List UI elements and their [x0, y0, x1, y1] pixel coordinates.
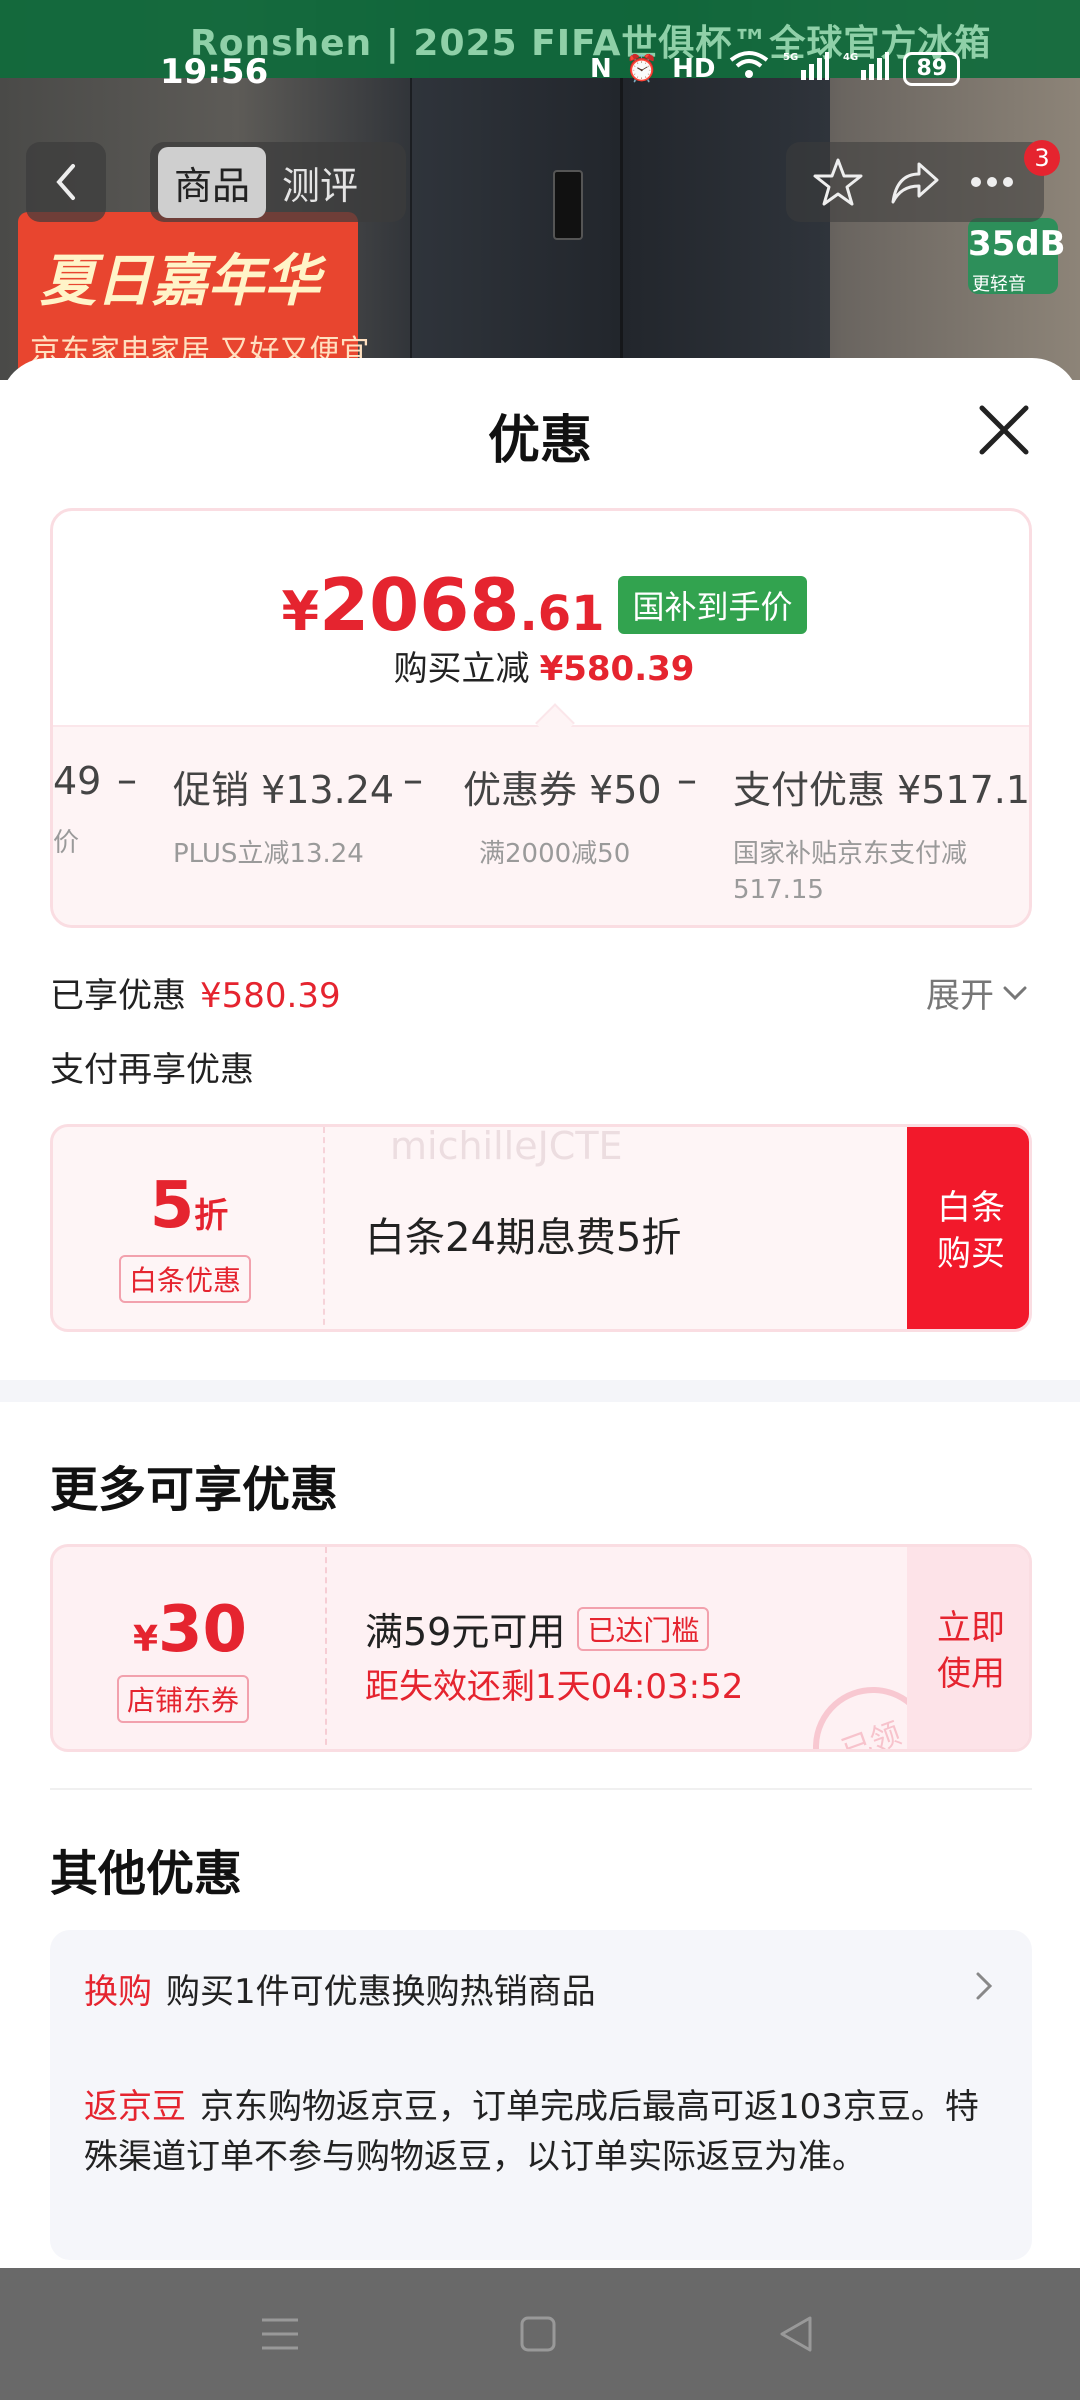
breakdown-sub: PLUS立减13.24 — [173, 839, 364, 869]
back-icon[interactable] — [774, 2312, 818, 2356]
final-price-row: ¥ 2068 .61 国补到手价 — [53, 563, 1029, 647]
baitiao-discount-area: 5折 白条优惠 — [53, 1127, 325, 1329]
alarm-icon: ⏰ — [625, 53, 659, 84]
enjoyed-discount: 已享优惠 ¥580.39 — [50, 968, 341, 1017]
breakdown-item: 支付优惠 ¥517.15 国家补贴京东支付减 517.15 — [733, 759, 1032, 908]
discount-sheet: 优惠 ¥ 2068 .61 国补到手价 购买立减 ¥580.39 49 价 – 促… — [0, 358, 1080, 2268]
svg-text:5G: 5G — [783, 52, 798, 63]
status-time: 19:56 — [160, 52, 269, 92]
coupon-countdown: 距失效还剩1天04:03:52 — [365, 1667, 744, 1707]
breakdown-head: 促销 ¥13.24 — [173, 768, 395, 812]
store-coupon-card[interactable]: ¥30 店铺东券 满59元可用 已达门槛 距失效还剩1天04:03:52 已领 … — [50, 1544, 1032, 1752]
status-bar: 19:56 N ⏰ HD 5G 4G 89 — [0, 44, 1080, 94]
price-decimal: .61 — [519, 586, 605, 642]
use-now-button[interactable]: 立即 使用 — [907, 1547, 1029, 1749]
chevron-down-icon — [1003, 986, 1027, 1000]
fridge-control-panel — [553, 170, 583, 240]
breakdown-head: 49 — [53, 759, 102, 803]
product-actions — [786, 142, 1044, 222]
share-icon[interactable] — [889, 156, 941, 208]
breakdown-sub: 满2000减50 — [479, 839, 631, 869]
breakdown-sub: 价 — [53, 828, 80, 858]
threshold-met-tag: 已达门槛 — [577, 1606, 710, 1651]
instant-discount-label: 购买立减 — [393, 649, 530, 689]
4g-signal-icon: 4G — [843, 50, 890, 87]
hd-icon: HD — [672, 53, 716, 84]
baitiao-description: 白条24期息费5折 — [365, 1215, 682, 1261]
baitiao-buy-button[interactable]: 白条 购买 — [907, 1127, 1029, 1329]
other-offers-title: 其他优惠 — [50, 1846, 243, 1902]
jingdou-text: 京东购物返京豆，订单完成后最高可返103京豆。特殊渠道订单不参与购物返豆，以订单… — [84, 2087, 979, 2177]
tab-review[interactable]: 测评 — [266, 147, 374, 218]
coupon-condition-text: 满59元可用 — [365, 1610, 566, 1654]
fridge-door-seam — [620, 78, 623, 380]
message-count-badge: 3 — [1024, 140, 1060, 176]
nfc-icon: N — [590, 53, 612, 84]
divider — [50, 1788, 1032, 1790]
home-icon[interactable] — [516, 2312, 560, 2356]
battery-indicator: 89 — [903, 51, 961, 86]
more-icon[interactable] — [966, 156, 1018, 208]
coupon-amount-area: ¥30 店铺东券 — [53, 1547, 327, 1749]
coupon-condition: 满59元可用 已达门槛 — [365, 1601, 710, 1656]
coupon-currency: ¥ — [132, 1619, 158, 1660]
enjoyed-label: 已享优惠 — [50, 976, 186, 1016]
minus-sign: – — [677, 757, 697, 803]
jingdou-tag: 返京豆 — [84, 2087, 186, 2127]
5g-signal-icon: 5G — [783, 50, 830, 87]
status-icons: N ⏰ HD 5G 4G 89 — [590, 50, 961, 87]
breakdown-sub: 国家补贴京东支付减 517.15 — [733, 839, 968, 905]
jingdou-offer: 返京豆 京东购物返京豆，订单完成后最高可返103京豆。特殊渠道订单不参与购物返豆，… — [84, 2082, 984, 2182]
more-offers-title: 更多可享优惠 — [50, 1462, 339, 1518]
final-price: ¥ 2068 .61 — [281, 563, 604, 647]
product-tabs: 商品 测评 — [150, 142, 406, 222]
chevron-left-icon — [56, 164, 75, 200]
section-separator — [0, 1380, 1080, 1402]
price-integer: 2068 — [319, 563, 520, 647]
coupon-amount: ¥30 — [53, 1593, 327, 1667]
discount-breakdown[interactable]: 49 价 – 促销 ¥13.24 PLUS立减13.24 – 优惠券 ¥50 满… — [53, 725, 1032, 925]
breakdown-head: 支付优惠 ¥517.15 — [733, 768, 1032, 812]
breakdown-item: 49 价 — [53, 759, 101, 861]
expand-button[interactable]: 展开 — [926, 968, 1028, 1017]
tab-product[interactable]: 商品 — [158, 146, 267, 218]
breakdown-item: 促销 ¥13.24 PLUS立减13.24 — [173, 759, 394, 872]
promo-title: 夏日嘉年华 — [40, 249, 320, 314]
close-icon[interactable] — [976, 402, 1032, 458]
trade-in-tag: 换购 — [84, 1972, 152, 2012]
instant-discount-row: 购买立减 ¥580.39 — [53, 641, 1029, 690]
pay-more-heading: 支付再享优惠 — [50, 1050, 254, 1090]
wifi-icon — [729, 50, 769, 87]
baitiao-label: 白条优惠 — [119, 1255, 252, 1303]
trade-in-offer[interactable]: 换购 购买1件可优惠换购热销商品 — [84, 1964, 596, 2013]
watermark: michilleJCTE — [390, 1124, 623, 1168]
menu-icon[interactable] — [258, 2312, 302, 2356]
expand-label: 展开 — [926, 976, 994, 1016]
trade-in-text: 购买1件可优惠换购热销商品 — [166, 1972, 596, 2012]
baitiao-discount-number: 5 — [149, 1169, 195, 1243]
minus-sign: – — [403, 757, 423, 803]
instant-discount-value: ¥580.39 — [539, 649, 695, 689]
noise-badge-sub: 更轻音 — [972, 274, 1026, 295]
baitiao-discount: 5折 — [53, 1169, 325, 1243]
enjoyed-value: ¥580.39 — [200, 976, 341, 1016]
star-icon[interactable] — [812, 156, 864, 208]
minus-sign: – — [117, 757, 137, 803]
subsidy-price-tag: 国补到手价 — [618, 576, 807, 634]
breakdown-item: 优惠券 ¥50 满2000减50 — [463, 759, 662, 872]
back-button[interactable] — [26, 142, 106, 222]
coupon-value: 30 — [158, 1593, 248, 1667]
coupon-type-label: 店铺东券 — [117, 1675, 250, 1723]
price-summary-card: ¥ 2068 .61 国补到手价 购买立减 ¥580.39 49 价 – 促销 ¥… — [50, 508, 1032, 928]
sheet-title: 优惠 — [487, 411, 592, 471]
breakdown-head: 优惠券 ¥50 — [463, 768, 662, 812]
svg-text:4G: 4G — [843, 52, 858, 63]
system-navigation-bar — [0, 2268, 1080, 2400]
other-offers-box: 换购 购买1件可优惠换购热销商品 返京豆 京东购物返京豆，订单完成后最高可返103京… — [50, 1930, 1032, 2260]
price-currency: ¥ — [281, 580, 320, 643]
baitiao-discount-unit: 折 — [194, 1196, 229, 1236]
chevron-right-icon[interactable] — [972, 1966, 996, 2006]
